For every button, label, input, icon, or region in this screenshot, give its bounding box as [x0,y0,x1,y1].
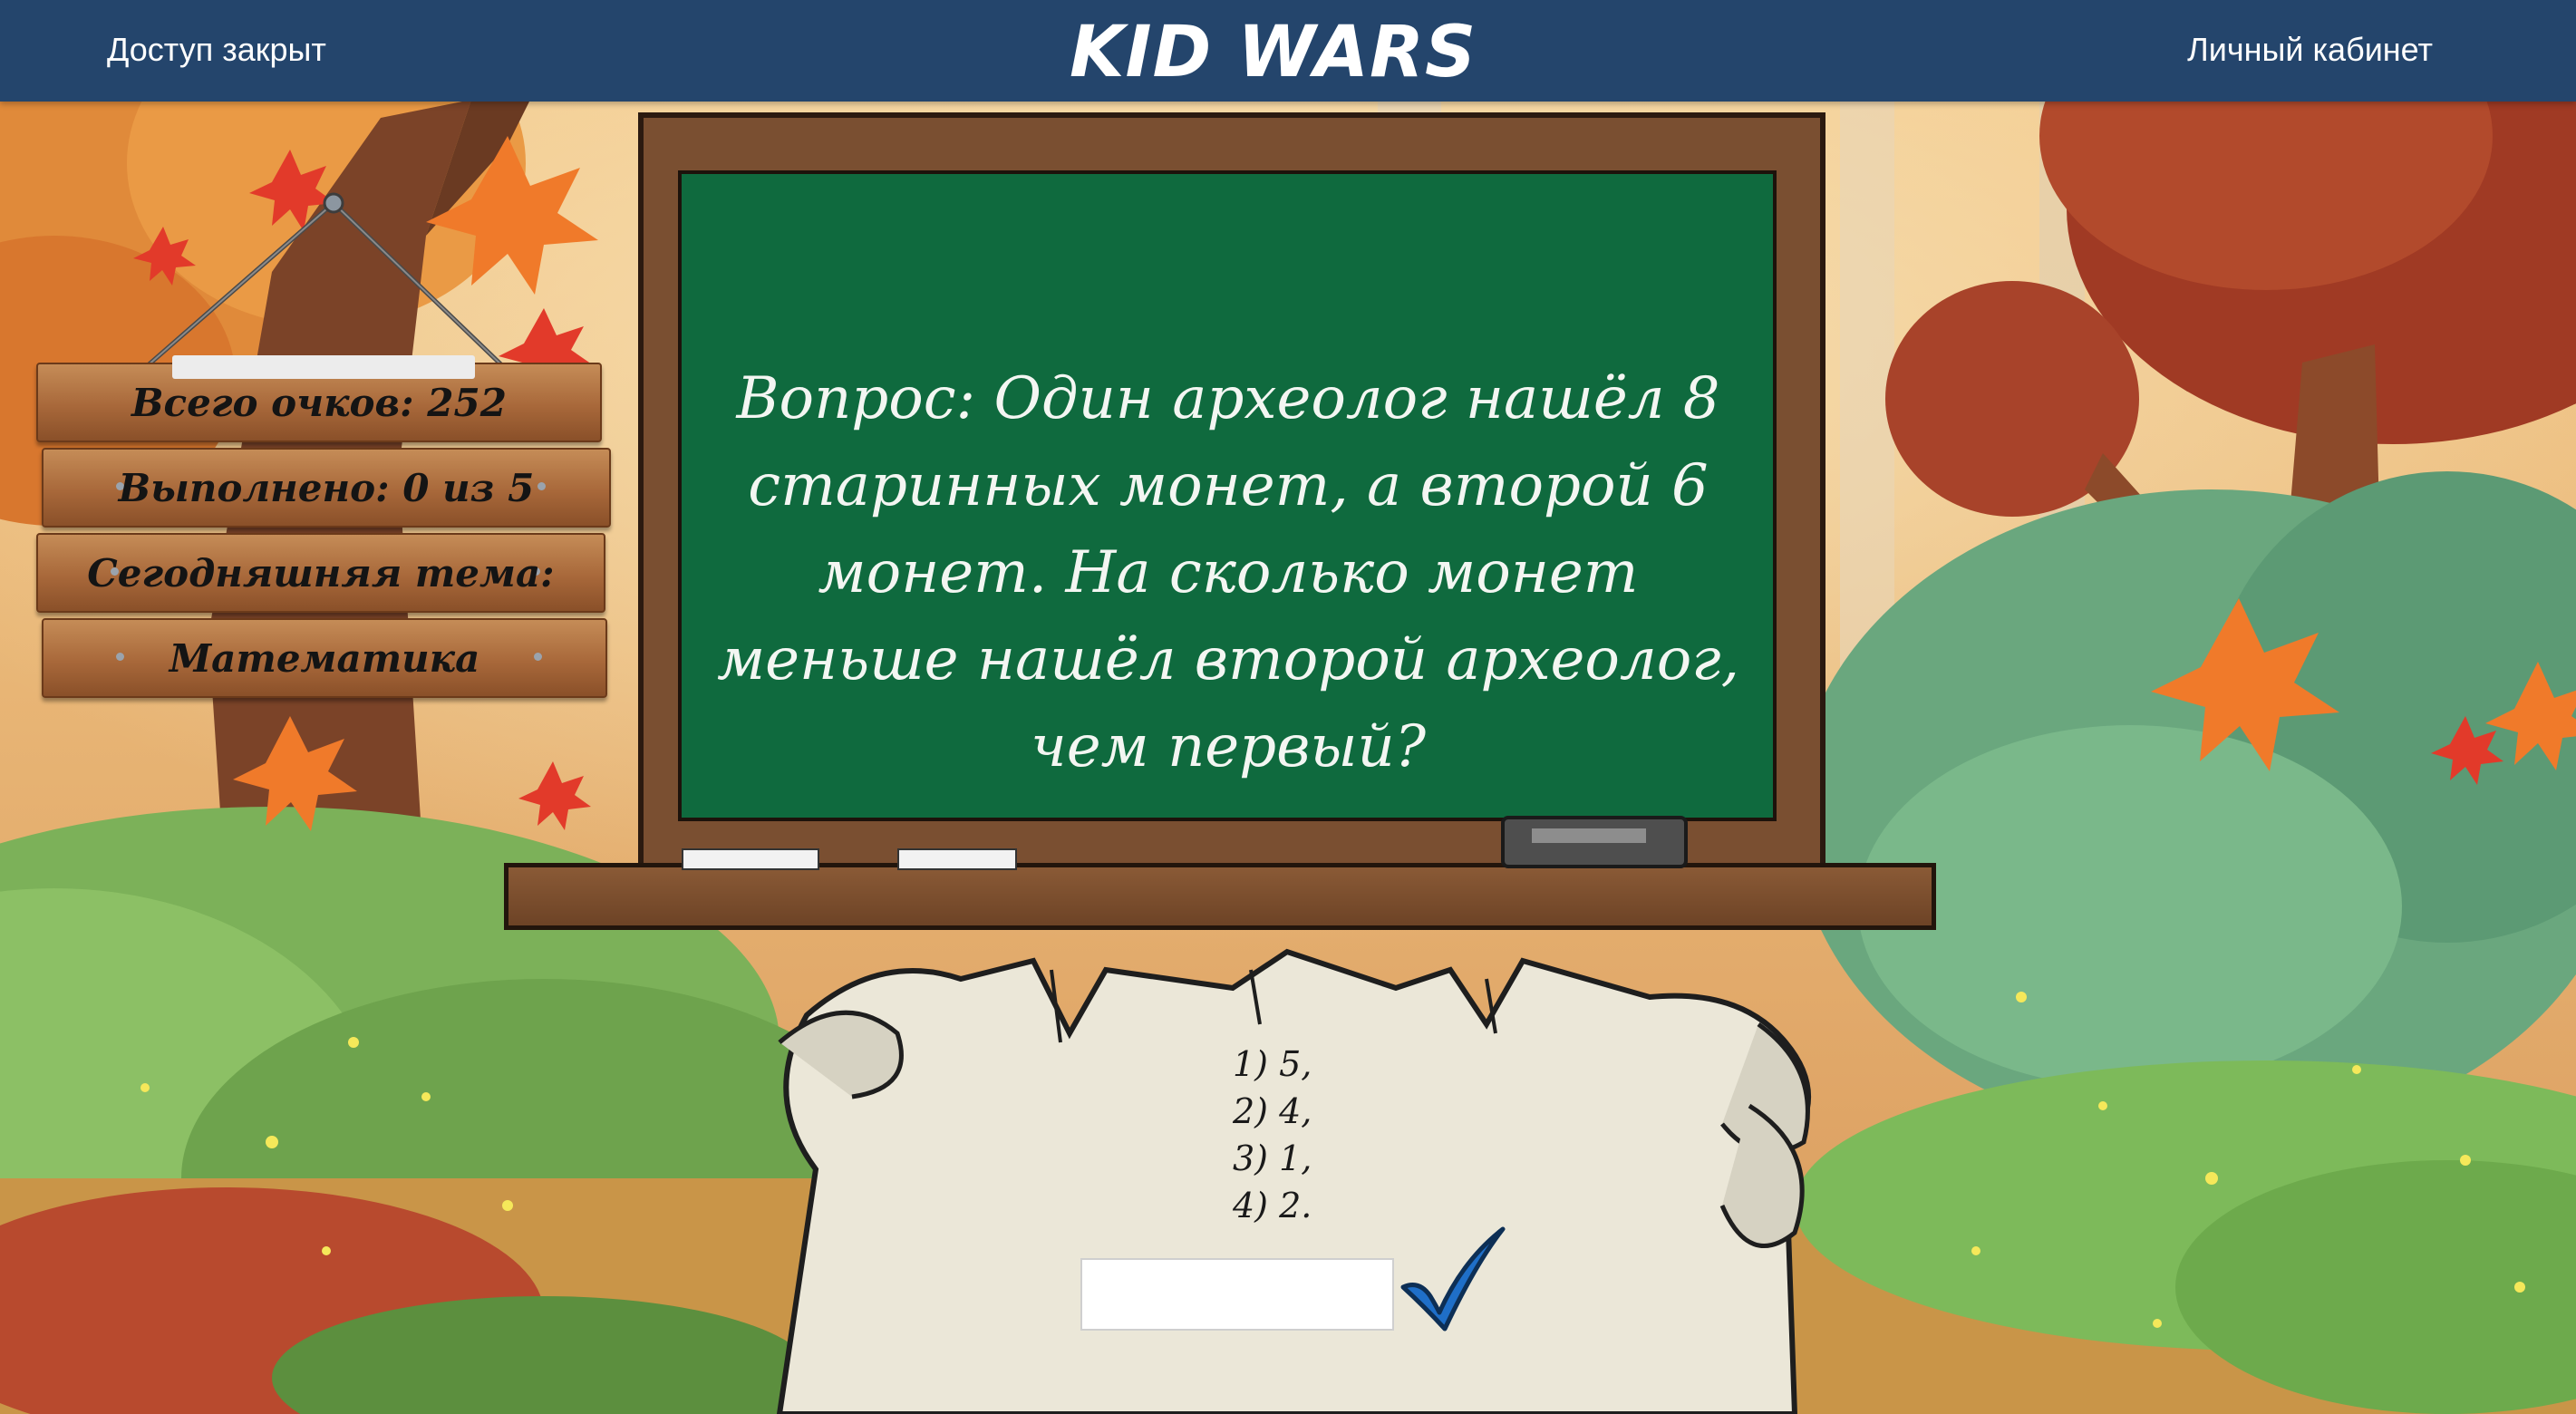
topic-value-text: Математика [169,635,480,681]
completed-plank: Выполнено: 0 из 5 [42,448,611,528]
answer-option-4: 4) 2. [1233,1186,1312,1225]
board-eraser [1501,816,1688,868]
top-navigation-bar: Доступ закрыт KID WARS Личный кабинет [0,0,2576,102]
completed-text: Выполнено: 0 из 5 [118,465,535,510]
chalk-piece [897,848,1017,870]
chalk-piece [682,848,819,870]
paper-strip [172,355,475,379]
topic-label-plank: Сегодняшняя тема: [36,533,605,613]
question-text: Вопрос: Один археолог нашёл 8 старинных … [717,365,1739,780]
access-status-link[interactable]: Доступ закрыт [107,29,326,71]
chalkboard-shelf [504,863,1936,930]
answer-options: 1) 5, 2) 4, 3) 1, 4) 2. [1233,1041,1396,1229]
checkmark-icon[interactable] [1399,1224,1508,1332]
answer-option-1: 1) 5, [1233,1044,1312,1084]
game-screen: Доступ закрыт KID WARS Личный кабинет Вс… [0,0,2576,1414]
topic-value-plank: Математика [42,618,607,698]
answer-option-3: 3) 1, [1233,1138,1312,1178]
answer-input[interactable] [1080,1258,1394,1331]
personal-account-link[interactable]: Личный кабинет [2187,29,2433,71]
answer-option-2: 2) 4, [1233,1091,1312,1131]
kid-wars-logo[interactable]: KID WARS [1070,11,1476,94]
topic-label-text: Сегодняшняя тема: [87,550,555,596]
